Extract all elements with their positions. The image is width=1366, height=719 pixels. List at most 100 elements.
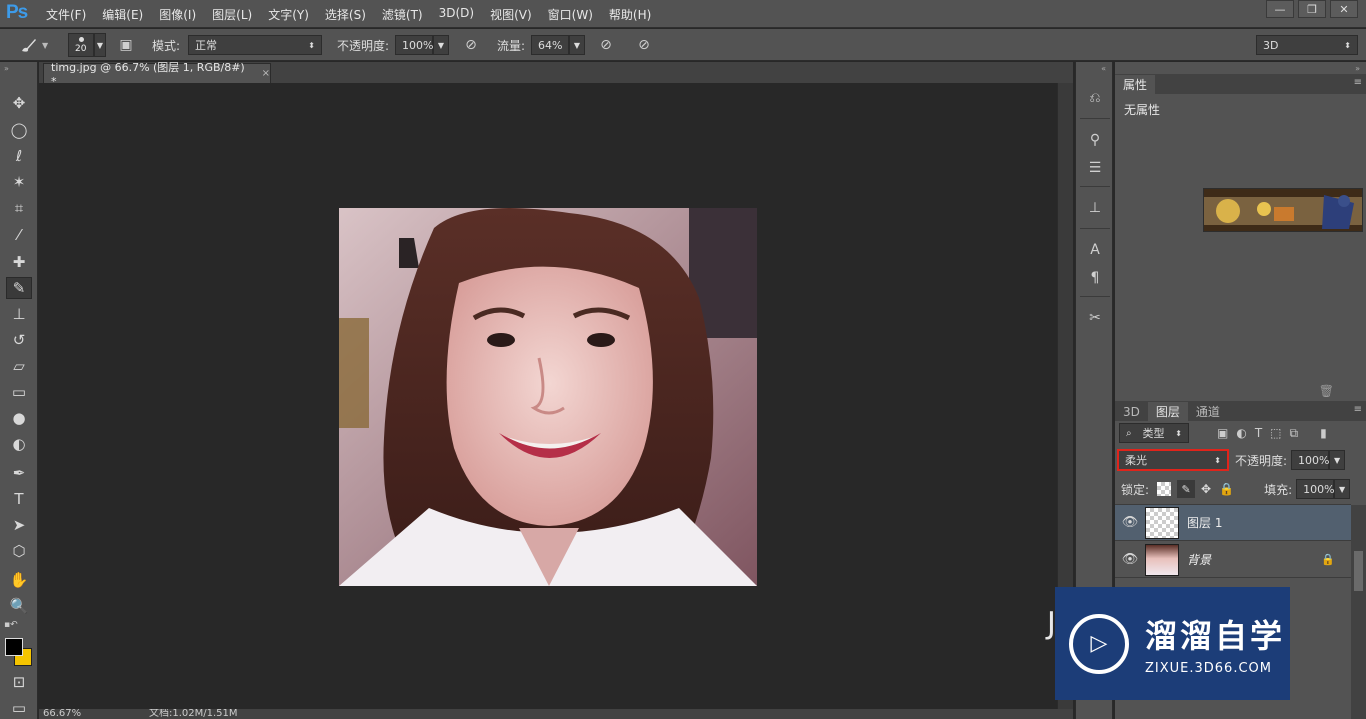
- lock-pixels-icon[interactable]: ✎: [1177, 480, 1196, 498]
- healing-icon[interactable]: ✚: [6, 251, 32, 273]
- banner-art: [1204, 189, 1362, 231]
- flow-input[interactable]: 64%: [531, 35, 569, 55]
- zoom-level[interactable]: 66.67%: [43, 709, 81, 719]
- eraser-icon[interactable]: ▱: [6, 355, 32, 377]
- menu-type[interactable]: 文字(Y): [268, 6, 309, 23]
- layer-opacity-input[interactable]: 100%: [1291, 450, 1330, 470]
- watermark-subtitle: ZIXUE.3D66.COM: [1145, 661, 1272, 676]
- workspace-value: 3D: [1263, 38, 1279, 52]
- brush-presets-icon[interactable]: ⚲: [1085, 130, 1105, 150]
- blur-icon[interactable]: ●: [6, 407, 32, 429]
- move-icon[interactable]: ✥: [6, 92, 32, 114]
- stamp-icon[interactable]: ⊥: [6, 303, 32, 325]
- layers-scrollbar[interactable]: [1351, 505, 1366, 719]
- toggle-brush-panel-icon[interactable]: ▣: [116, 35, 136, 55]
- tab-3d[interactable]: 3D: [1115, 402, 1148, 421]
- foreground-color-swatch[interactable]: [5, 638, 23, 656]
- filter-smart-object-icon[interactable]: ⧉: [1290, 426, 1299, 441]
- eye-icon[interactable]: 👁: [1115, 515, 1145, 530]
- lasso-icon[interactable]: ℓ: [6, 145, 32, 167]
- collapse-panels-icon[interactable]: »: [1355, 64, 1360, 73]
- quick-mask-icon[interactable]: ⊡: [6, 671, 32, 693]
- layer-filter-select[interactable]: ⌕ 类型 ⬍: [1119, 423, 1189, 443]
- menu-filter[interactable]: 滤镜(T): [382, 6, 423, 23]
- fill-input[interactable]: 100%: [1296, 479, 1335, 499]
- menu-image[interactable]: 图像(I): [159, 6, 196, 23]
- tool-presets-icon[interactable]: ✂: [1085, 308, 1105, 328]
- flow-dropdown-button[interactable]: ▼: [569, 35, 585, 55]
- menu-view[interactable]: 视图(V): [490, 6, 532, 23]
- fill-dropdown[interactable]: ▼: [1334, 479, 1351, 499]
- tab-properties[interactable]: 属性: [1115, 75, 1156, 94]
- minimize-icon[interactable]: —: [1266, 0, 1294, 18]
- filter-adjustment-icon[interactable]: ◐: [1236, 426, 1246, 440]
- history-panel-icon[interactable]: ⎌: [1085, 88, 1105, 108]
- magic-wand-icon[interactable]: ✶: [6, 171, 32, 193]
- lock-all-icon[interactable]: 🔒: [1219, 482, 1234, 496]
- close-tab-icon[interactable]: ×: [262, 68, 270, 79]
- lock-transparent-icon[interactable]: [1157, 482, 1172, 496]
- restore-icon[interactable]: ❐: [1298, 0, 1326, 18]
- path-select-icon[interactable]: ➤: [6, 514, 32, 536]
- play-logo-icon: ▷: [1069, 613, 1129, 674]
- paragraph-panel-icon[interactable]: ¶: [1085, 268, 1105, 288]
- gradient-icon[interactable]: ▭: [6, 381, 32, 403]
- type-icon[interactable]: T: [6, 488, 32, 510]
- panel-menu-icon[interactable]: ≡: [1354, 77, 1362, 88]
- dodge-icon[interactable]: ◐: [6, 433, 32, 455]
- brush-icon[interactable]: ✎: [6, 277, 32, 299]
- document-image[interactable]: [339, 208, 757, 586]
- pressure-size-icon[interactable]: ⊘: [634, 35, 654, 55]
- lock-position-icon[interactable]: ✥: [1201, 482, 1211, 496]
- menu-select[interactable]: 选择(S): [325, 6, 366, 23]
- workspace-select[interactable]: 3D ⬍: [1256, 35, 1358, 55]
- layer-row-background[interactable]: 👁 背景 🔒: [1115, 542, 1351, 578]
- expand-dock-icon[interactable]: «: [1101, 64, 1106, 73]
- eyedropper-icon[interactable]: ⁄: [6, 224, 32, 246]
- filter-pixel-icon[interactable]: ▣: [1217, 426, 1228, 440]
- history-brush-icon[interactable]: ↺: [6, 329, 32, 351]
- layer-name[interactable]: 图层 1: [1187, 514, 1222, 531]
- tab-layers[interactable]: 图层: [1147, 402, 1188, 421]
- hand-icon[interactable]: ✋: [6, 569, 32, 591]
- menu-file[interactable]: 文件(F): [46, 6, 86, 23]
- zoom-icon[interactable]: 🔍: [6, 595, 32, 617]
- filter-type-icon[interactable]: T: [1255, 426, 1262, 440]
- filter-shape-icon[interactable]: ⬚: [1270, 426, 1281, 440]
- marquee-icon[interactable]: ◯: [6, 119, 32, 141]
- panel-menu-icon[interactable]: ≡: [1354, 404, 1362, 415]
- brush-preset-picker[interactable]: ▼: [18, 35, 48, 55]
- layer-name[interactable]: 背景: [1187, 551, 1211, 568]
- pen-icon[interactable]: ✒: [6, 462, 32, 484]
- menu-3d[interactable]: 3D(D): [439, 6, 474, 23]
- default-colors-icon[interactable]: ▪↶: [4, 620, 18, 630]
- pressure-opacity-icon[interactable]: ⊘: [461, 35, 481, 55]
- watermark-overlay: ▷ 溜溜自学 ZIXUE.3D66.COM: [1055, 587, 1290, 700]
- layer-row-layer1[interactable]: 👁 图层 1: [1115, 505, 1351, 541]
- document-tab[interactable]: timg.jpg @ 66.7% (图层 1, RGB/8#) * ×: [43, 61, 271, 88]
- collapse-toolbar-icon[interactable]: »: [4, 64, 9, 73]
- crop-icon[interactable]: ⌗: [6, 197, 32, 219]
- airbrush-icon[interactable]: ⊘: [596, 35, 616, 55]
- menu-edit[interactable]: 编辑(E): [102, 6, 143, 23]
- opacity-dropdown-button[interactable]: ▼: [433, 35, 449, 55]
- filter-toggle-icon[interactable]: ▮: [1320, 426, 1327, 440]
- layer-opacity-dropdown[interactable]: ▼: [1329, 450, 1346, 470]
- screen-mode-icon[interactable]: ▭: [6, 697, 32, 719]
- eye-icon[interactable]: 👁: [1115, 552, 1145, 567]
- opacity-input[interactable]: 100%: [395, 35, 433, 55]
- character-panel-icon[interactable]: A: [1085, 240, 1105, 260]
- close-icon[interactable]: ✕: [1330, 0, 1358, 18]
- blend-mode-select[interactable]: 正常 ⬍: [188, 35, 322, 55]
- shape-icon[interactable]: ⬡: [6, 540, 32, 562]
- trash-icon[interactable]: 🗑: [1319, 384, 1334, 398]
- tab-channels[interactable]: 通道: [1188, 402, 1228, 421]
- clone-source-icon[interactable]: ⊥: [1085, 198, 1105, 218]
- canvas-area[interactable]: [39, 83, 1057, 709]
- adjustments-icon[interactable]: ☰: [1085, 158, 1105, 178]
- menu-window[interactable]: 窗口(W): [548, 6, 593, 23]
- brush-size-picker[interactable]: 20 ▼: [68, 33, 106, 57]
- menu-layer[interactable]: 图层(L): [212, 6, 252, 23]
- menu-help[interactable]: 帮助(H): [609, 6, 651, 23]
- layer-blend-mode-select[interactable]: 柔光 ⬍: [1117, 449, 1229, 471]
